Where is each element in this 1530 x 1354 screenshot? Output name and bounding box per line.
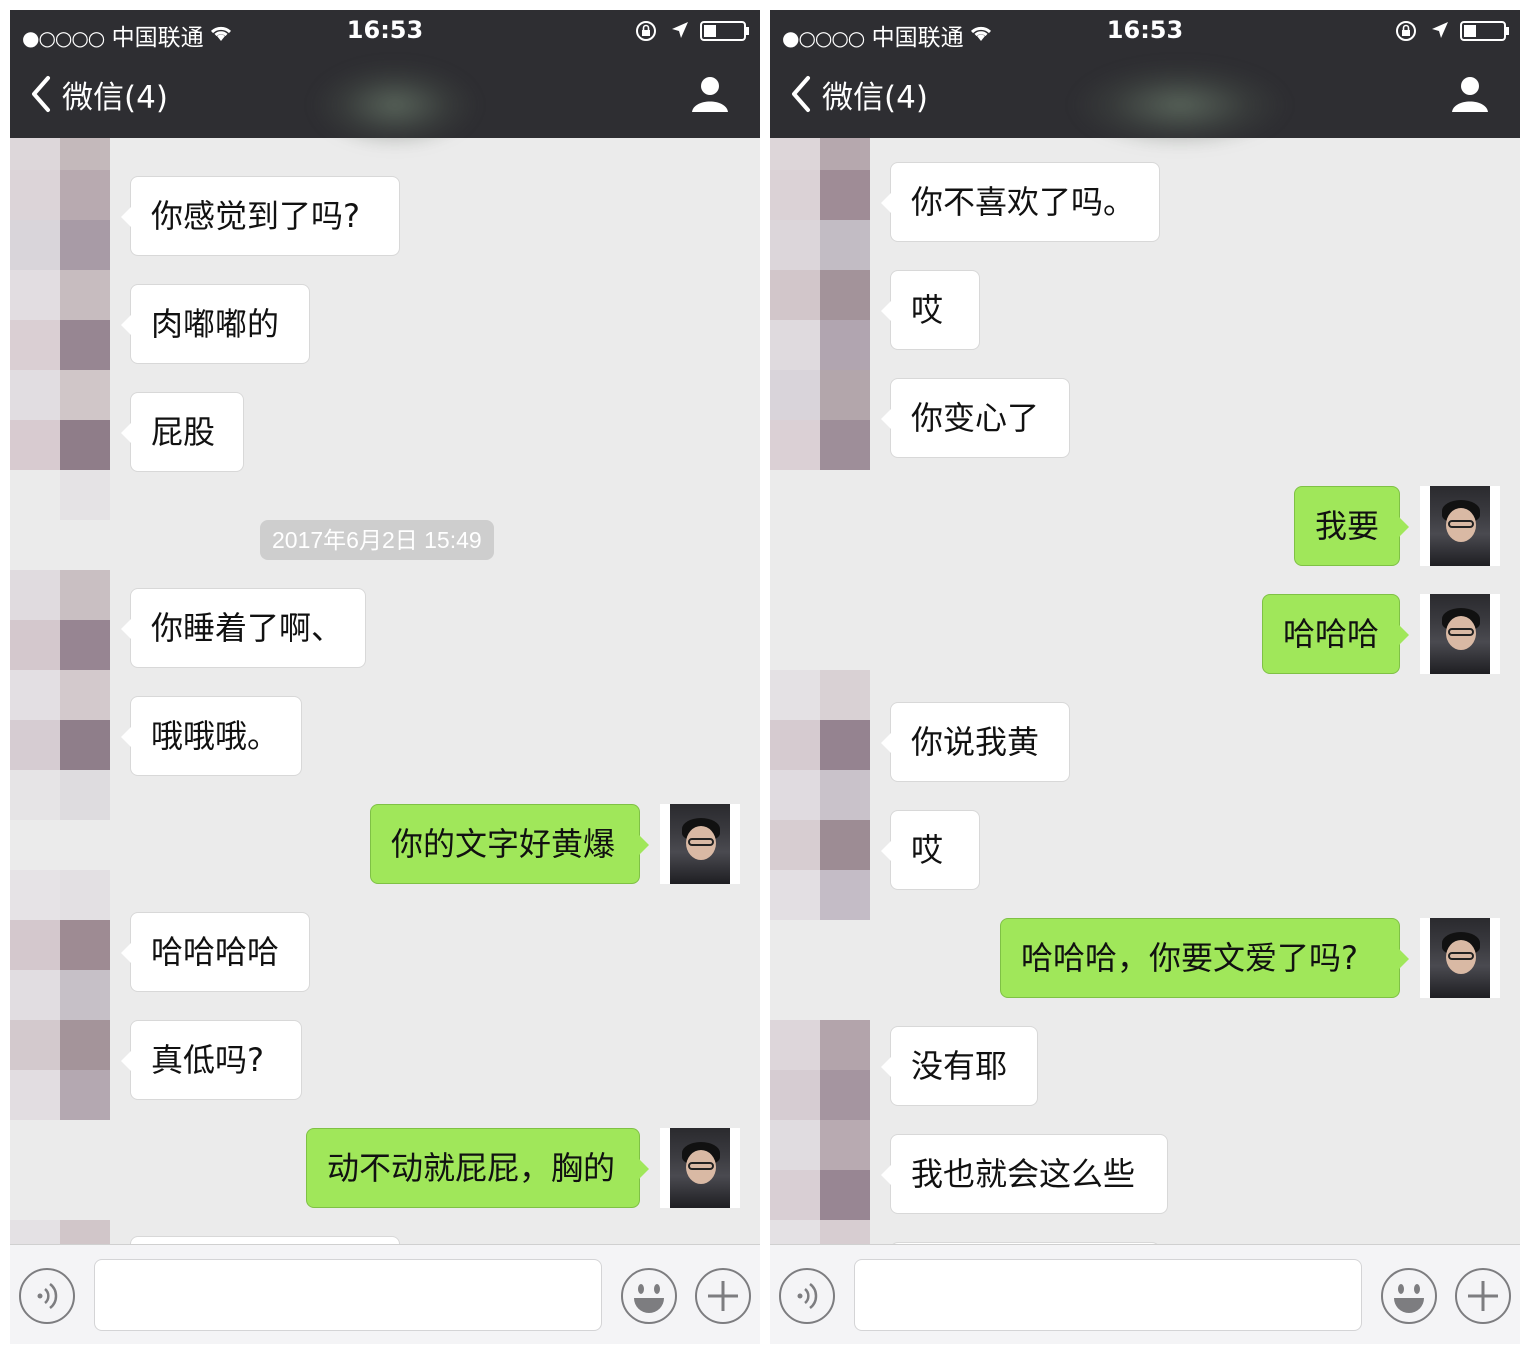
voice-icon[interactable] <box>778 1267 836 1329</box>
contact-avatar-blurred[interactable] <box>770 320 870 420</box>
back-button[interactable]: 微信(4) <box>62 72 168 117</box>
back-chevron-icon[interactable] <box>788 74 812 118</box>
plus-icon[interactable] <box>1454 1267 1512 1329</box>
status-bar: ●○○○○ 中国联通 16:53 <box>770 10 1520 51</box>
message-bubble-incoming[interactable]: 屁股 <box>121 392 244 472</box>
message-bubble-outgoing[interactable]: 哈哈哈 <box>1262 594 1409 674</box>
contact-avatar-blurred[interactable] <box>10 770 110 870</box>
blurred-chat-title <box>310 60 480 150</box>
contact-avatar-blurred[interactable] <box>770 138 870 220</box>
blurred-chat-title <box>1070 60 1290 150</box>
message-list: 你感觉到了吗? 肉嘟嘟的 屁股 2017年6月2日 15:49 你睡着了啊、 哦… <box>10 138 760 1244</box>
chat-screen-right: ●○○○○ 中国联通 16:53 微信(4) 你不喜欢了吗。 哎 你变心了 我要… <box>770 10 1520 1344</box>
contact-avatar-blurred[interactable] <box>770 1120 870 1220</box>
battery-icon <box>700 21 750 47</box>
contact-avatar-blurred[interactable] <box>10 570 110 670</box>
emoji-icon[interactable] <box>620 1267 678 1329</box>
contact-avatar-blurred[interactable] <box>770 870 870 970</box>
nav-bar: 微信(4) <box>770 50 1520 150</box>
message-input[interactable] <box>854 1259 1362 1331</box>
message-bubble-incoming[interactable]: 你说我黄 <box>881 702 1070 782</box>
rotation-lock-icon <box>1394 19 1418 49</box>
battery-icon <box>1460 21 1510 47</box>
message-bubble-incoming[interactable]: 你变心了 <box>881 378 1070 458</box>
status-bar: ●○○○○ 中国联通 16:53 <box>10 10 760 51</box>
my-avatar[interactable] <box>1420 918 1500 998</box>
contact-avatar-blurred[interactable] <box>10 138 110 220</box>
input-toolbar <box>10 1244 760 1344</box>
message-bubble-incoming[interactable]: 没有耶 <box>881 1026 1038 1106</box>
message-bubble-incoming[interactable]: 你睡着了啊、 <box>121 588 366 668</box>
message-list: 你不喜欢了吗。 哎 你变心了 我要 哈哈哈 你说我黄 哎 哈哈哈，你要文爱了吗? <box>770 138 1520 1244</box>
message-bubble-outgoing[interactable]: 哈哈哈，你要文爱了吗? <box>1000 918 1409 998</box>
contact-avatar-blurred[interactable] <box>770 1020 870 1120</box>
plus-icon[interactable] <box>694 1267 752 1329</box>
message-bubble-incoming[interactable]: 哦哦哦。 <box>121 696 302 776</box>
person-icon[interactable] <box>1450 74 1490 118</box>
contact-avatar-blurred[interactable] <box>10 320 110 420</box>
my-avatar[interactable] <box>1420 486 1500 566</box>
contact-avatar-blurred[interactable] <box>10 870 110 970</box>
message-bubble-outgoing[interactable]: 动不动就屁屁，胸的 <box>306 1128 649 1208</box>
my-avatar[interactable] <box>660 804 740 884</box>
message-bubble-incoming-partial[interactable] <box>130 1236 400 1244</box>
contact-avatar-blurred[interactable] <box>770 220 870 320</box>
message-bubble-outgoing[interactable]: 你的文字好黄爆 <box>370 804 649 884</box>
nav-bar: 微信(4) <box>10 50 760 150</box>
timestamp-divider: 2017年6月2日 15:49 <box>260 520 494 560</box>
chat-screen-left: ●○○○○ 中国联通 16:53 微信(4) 你感觉到了吗? 肉嘟嘟的 屁股 2… <box>10 10 760 1344</box>
emoji-icon[interactable] <box>1380 1267 1438 1329</box>
back-chevron-icon[interactable] <box>28 74 52 118</box>
contact-avatar-blurred[interactable] <box>770 1220 870 1244</box>
contact-avatar-blurred[interactable] <box>10 670 110 770</box>
input-toolbar <box>770 1244 1520 1344</box>
message-bubble-outgoing[interactable]: 我要 <box>1294 486 1409 566</box>
message-bubble-incoming[interactable]: 哎 <box>881 810 980 890</box>
rotation-lock-icon <box>634 19 658 49</box>
location-arrow-icon <box>1430 20 1450 46</box>
my-avatar[interactable] <box>660 1128 740 1208</box>
back-button[interactable]: 微信(4) <box>822 72 928 117</box>
contact-avatar-blurred[interactable] <box>10 970 110 1070</box>
contact-avatar-blurred[interactable] <box>770 670 870 770</box>
message-input[interactable] <box>94 1259 602 1331</box>
location-arrow-icon <box>670 20 690 46</box>
message-bubble-incoming[interactable]: 真低吗? <box>121 1020 302 1100</box>
voice-icon[interactable] <box>18 1267 76 1329</box>
contact-avatar-blurred[interactable] <box>10 420 110 520</box>
contact-avatar-blurred[interactable] <box>10 220 110 320</box>
message-bubble-incoming[interactable]: 肉嘟嘟的 <box>121 284 310 364</box>
contact-avatar-blurred[interactable] <box>10 1070 110 1170</box>
my-avatar[interactable] <box>1420 594 1500 674</box>
message-bubble-incoming[interactable]: 你感觉到了吗? <box>121 176 400 256</box>
contact-avatar-blurred[interactable] <box>770 420 870 520</box>
contact-avatar-blurred[interactable] <box>10 1220 110 1244</box>
message-bubble-incoming[interactable]: 你不喜欢了吗。 <box>881 162 1160 242</box>
contact-avatar-blurred[interactable] <box>770 770 870 870</box>
message-bubble-incoming[interactable]: 哈哈哈哈 <box>121 912 310 992</box>
message-bubble-incoming[interactable]: 我也就会这么些 <box>881 1134 1168 1214</box>
person-icon[interactable] <box>690 74 730 118</box>
message-bubble-incoming[interactable]: 哎 <box>881 270 980 350</box>
